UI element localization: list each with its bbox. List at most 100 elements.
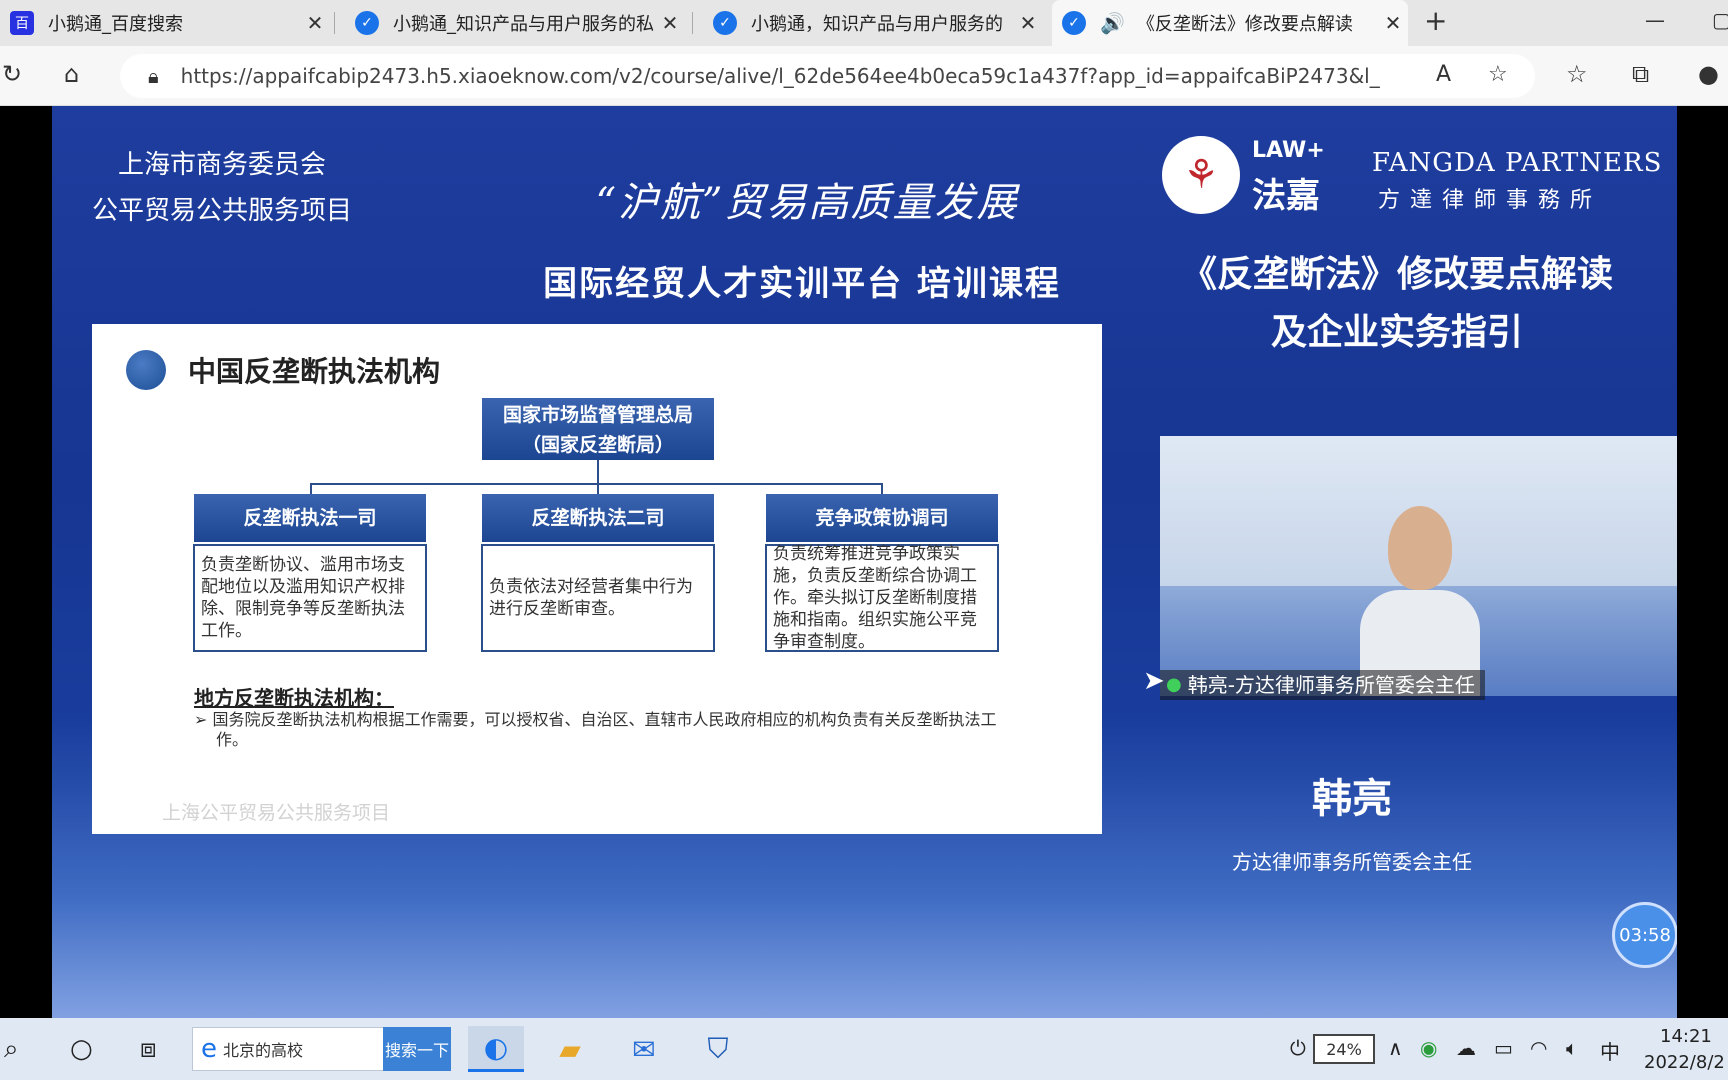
chevron-up-icon[interactable]: ∧ [1388,1036,1403,1060]
tab-separator [692,12,693,34]
tab-xiaoe-2[interactable]: ✓ 小鹅通，知识产品与用户服务的 ✕ [703,0,1043,46]
org-node-dept-1: 反垄断执法一司 [194,494,426,542]
volume-icon[interactable]: 🔈︎ [1566,1036,1578,1060]
taskbar-search-input[interactable]: 北京的高校 [223,1037,303,1061]
tab-label: 《反垄断法》修改要点解读 [1136,14,1353,35]
windows-taskbar: ⌕ ○ ⧈ e 北京的高校 搜索一下 ◐ ▰ ✉ ⛉ ⏻ 24% ∧ ◉ ☁ ▭… [0,1018,1728,1080]
power-plug-icon[interactable]: ⏻ [1290,1036,1306,1060]
dept-3-text: 负责统筹推进竞争政策实施，负责反垄断综合协调工作。牵头拟订反垄断制度措施和指南。… [773,544,977,652]
ie-icon: e [201,1034,217,1064]
security-app-icon[interactable]: ⛉ [690,1026,746,1072]
dept-1-text: 负责垄断协议、滥用市场支配地位以及滥用知识产权排除、限制竞争等反垄断执法工作。 [201,555,405,641]
law-plus-logo: ⚘ [1162,136,1240,214]
fangda-logo-en: FANGDA PARTNERS [1372,148,1663,178]
org-node-dept-3: 竞争政策协调司 [766,494,998,542]
timer-badge[interactable]: 03:58 [1612,902,1677,968]
xiaoe-icon: ✓ [1062,11,1086,35]
speaker-title: 方达律师事务所管委会主任 [1232,850,1472,874]
slide-watermark: 上海公平贸易公共服务项目 [162,802,391,824]
live-video-stage[interactable]: 上海市商务委员会 公平贸易公共服务项目 “沪航”贸易高质量发展 国际经贸人才实训… [52,106,1677,1018]
org-node-samr: 国家市场监督管理总局 （国家反垄断局） [482,398,714,460]
course-title: 《反垄断法》修改要点解读 及企业实务指引 [1132,246,1662,362]
taskbar-search-box[interactable]: e 北京的高校 搜索一下 [192,1027,451,1071]
tab-xiaoe-1[interactable]: ✓ 小鹅通_知识产品与用户服务的私 ✕ [345,0,685,46]
favorites-icon[interactable]: ☆ [1566,60,1588,88]
close-icon[interactable]: ✕ [655,11,685,35]
microphone-icon: ● [1166,674,1182,695]
speaker-video[interactable] [1160,436,1677,696]
tray-app-icon[interactable]: ◉ [1420,1036,1437,1060]
tab-label: 小鹅通_知识产品与用户服务的私 [393,14,654,35]
tab-separator [334,12,335,34]
file-explorer-icon[interactable]: ▰ [542,1026,598,1072]
read-aloud-icon[interactable]: A [1436,62,1451,87]
clock-time[interactable]: 14:21 [1660,1026,1712,1047]
task-view-icon[interactable]: ⧈ [140,1034,157,1065]
organizer-line-1: 上海市商务委员会 [117,150,326,180]
wifi-icon[interactable]: ◠ [1530,1036,1547,1060]
battery-indicator[interactable]: 24% [1313,1034,1375,1064]
dept-2-description: 负责依法对经营者集中行为进行反垄断审查。 [481,544,715,652]
presentation-slide: 中国反垄断执法机构 国家市场监督管理总局 （国家反垄断局） 反垄断执法一司 反垄… [92,324,1102,834]
video-caption-text: 韩亮-方达律师事务所管委会主任 [1187,673,1475,697]
speaker-playing-icon[interactable]: 🔊 [1100,11,1125,35]
taskbar-search-button[interactable]: 搜索一下 [383,1027,451,1071]
course-title-line-1: 《反垄断法》修改要点解读 [1180,254,1613,295]
collections-icon[interactable]: ⧉ [1632,60,1649,88]
battery-icon[interactable]: ▭ [1494,1036,1513,1060]
close-icon[interactable]: ✕ [1378,11,1408,35]
org-node-samr-line-2: （国家反垄断局） [521,434,674,456]
ime-indicator[interactable]: 中 [1600,1036,1620,1065]
tab-course-active[interactable]: ✓ 🔊 《反垄断法》修改要点解读 ✕ [1052,0,1408,46]
dept-1-description: 负责垄断协议、滥用市场支配地位以及滥用知识产权排除、限制竞争等反垄断执法工作。 [193,544,427,652]
maximize-button[interactable]: ▢ [1712,8,1728,32]
search-icon[interactable]: ⌕ [4,1034,19,1065]
org-node-dept-2: 反垄断执法二司 [482,494,714,542]
edge-app-icon[interactable]: ◐ [468,1026,524,1072]
tab-bar: 百 小鹅通_百度搜索 ✕ ✓ 小鹅通_知识产品与用户服务的私 ✕ ✓ 小鹅通，知… [0,0,1728,46]
org-node-samr-line-1: 国家市场监督管理总局 [502,404,693,426]
dept-3-description: 负责统筹推进竞争政策实施，负责反垄断综合协调工作。牵头拟订反垄断制度措施和指南。… [765,544,999,652]
refresh-icon[interactable]: ↻ [2,60,22,88]
tab-baidu-search[interactable]: 百 小鹅通_百度搜索 ✕ [0,0,330,46]
mouse-cursor-icon: ➤ [1143,666,1165,696]
organizer-block: 上海市商务委员会 公平贸易公共服务项目 [72,142,372,234]
address-bar[interactable]: 🔒︎ https://appaifcabip2473.h5.xiaoeknow.… [120,54,1535,98]
course-title-line-2: 及企业实务指引 [1270,312,1523,353]
speaker-name: 韩亮 [1312,776,1392,822]
dept-2-text: 负责依法对经营者集中行为进行反垄断审查。 [489,577,693,619]
connector-line [597,460,599,484]
cloud-icon[interactable]: ☁ [1456,1036,1476,1060]
fangda-logo-cn: 方達律師事務所 [1378,188,1603,213]
browser-toolbar: ↻ ⌂ 🔒︎ https://appaifcabip2473.h5.xiaoek… [0,46,1728,106]
close-icon[interactable]: ✕ [300,11,330,35]
platform-banner: 国际经贸人才实训平台 培训课程 [543,264,1061,304]
mail-icon[interactable]: ✉ [616,1026,672,1072]
clock-date[interactable]: 2022/8/2 [1644,1052,1725,1073]
event-banner: “沪航”贸易高质量发展 [595,180,1019,226]
tab-label: 小鹅通，知识产品与用户服务的 [751,14,1003,35]
close-icon[interactable]: ✕ [1013,11,1043,35]
lock-icon[interactable]: 🔒︎ [148,64,159,88]
tab-label: 小鹅通_百度搜索 [48,14,183,35]
organizer-line-2: 公平贸易公共服务项目 [91,196,352,226]
new-tab-button[interactable]: + [1424,4,1447,37]
connector-line [310,483,882,485]
profile-icon[interactable]: ● [1698,60,1719,88]
cortana-icon[interactable]: ○ [70,1034,93,1064]
baidu-icon: 百 [10,11,34,35]
page-content: 上海市商务委员会 公平贸易公共服务项目 “沪航”贸易高质量发展 国际经贸人才实训… [0,106,1728,1018]
bullet-dot-icon [126,350,166,390]
local-enforcement-heading: 地方反垄断执法机构： [194,686,394,710]
home-icon[interactable]: ⌂ [64,60,79,88]
video-caption: ● 韩亮-方达律师事务所管委会主任 [1160,670,1485,700]
local-enforcement-text: ➢ 国务院反垄断执法机构根据工作需要，可以授权省、自治区、直辖市人民政府相应的机… [194,710,997,749]
xiaoe-icon: ✓ [355,11,379,35]
fajia-text: 法嘉 [1252,176,1320,216]
browser-chrome: 百 小鹅通_百度搜索 ✕ ✓ 小鹅通_知识产品与用户服务的私 ✕ ✓ 小鹅通，知… [0,0,1728,106]
add-favorite-icon[interactable]: ☆ [1488,62,1508,87]
slide-title: 中国反垄断执法机构 [188,355,441,388]
url-text: https://appaifcabip2473.h5.xiaoeknow.com… [180,64,1381,88]
law-plus-text: LAW+ [1252,138,1325,163]
minimize-button[interactable]: — [1645,8,1665,32]
